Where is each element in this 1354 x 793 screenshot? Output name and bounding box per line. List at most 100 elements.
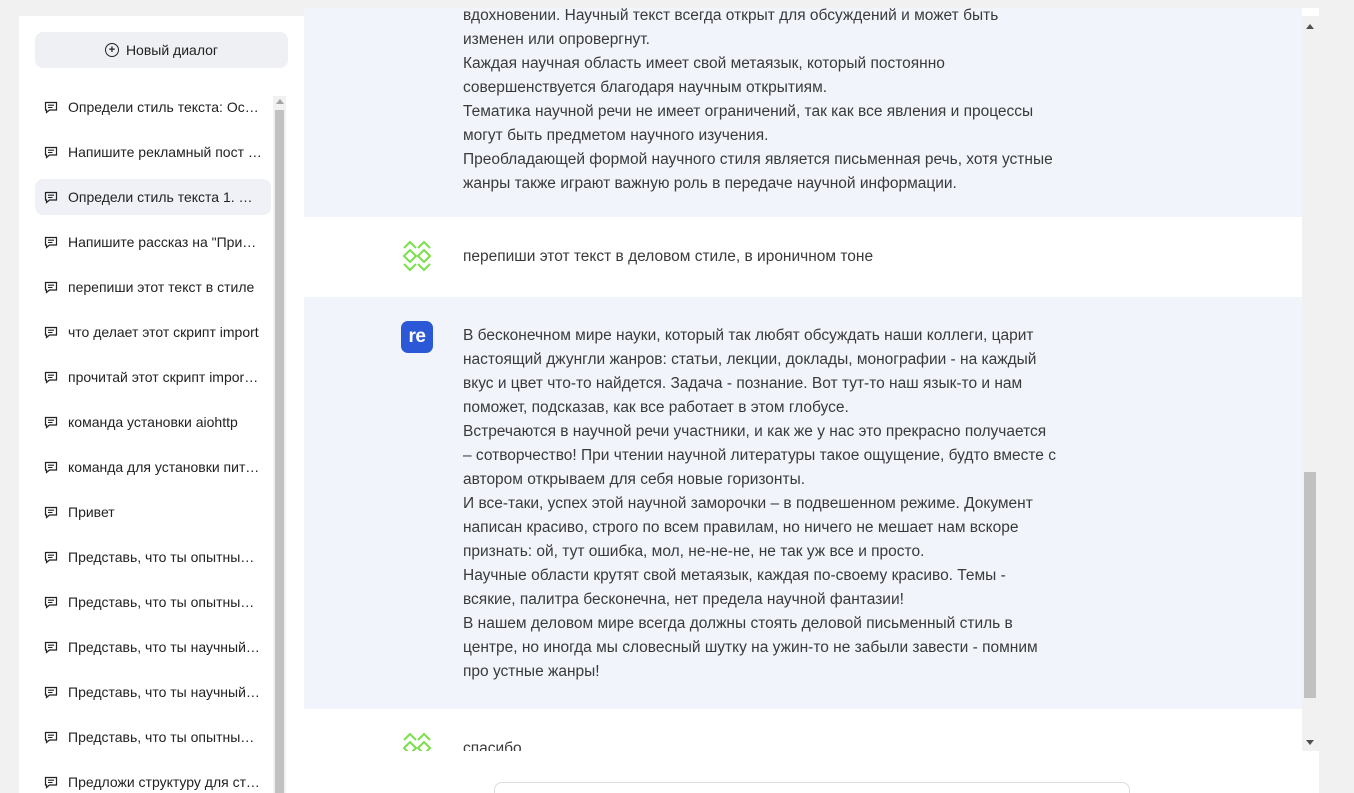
message-text: вдохновении. Научный текст всегда открыт… xyxy=(463,8,1103,196)
text-line: Преобладающей формой научного стиля явля… xyxy=(463,151,1053,168)
input-area xyxy=(304,751,1319,793)
new-dialog-label: Новый диалог xyxy=(125,42,219,58)
history-item-active[interactable]: Определи стиль текста 1. Сеть xyxy=(35,179,271,215)
chat-bubble-icon xyxy=(44,371,58,384)
history-item[interactable]: Определи стиль текста: Основные вопросы xyxy=(35,89,271,125)
text-line: Встречаются в научной речи участники, и … xyxy=(463,423,1047,440)
history-item-label: что делает этот скрипт import xyxy=(68,324,259,340)
history-item[interactable]: перепиши этот текст в стиле xyxy=(35,269,271,305)
chat-bubble-icon xyxy=(44,101,58,114)
text-line: про устные жанры! xyxy=(463,663,600,680)
user-avatar-icon xyxy=(402,732,432,751)
text-line: Каждая научная область имеет свой метаяз… xyxy=(463,55,945,72)
chat-bubble-icon xyxy=(44,326,58,339)
history-item-label: прочитай этот скрипт import asyncio xyxy=(68,369,262,385)
text-line: могут быть предметом научного изучения. xyxy=(463,127,769,144)
history-item-label: Представь, что ты научный сотрудник xyxy=(68,639,262,655)
text-line: вкус и цвет что-то найдется. Задача - по… xyxy=(463,375,1023,392)
chat-bubble-icon xyxy=(44,236,58,249)
text-line: – сотворчество! При чтении научной литер… xyxy=(463,447,1056,464)
new-dialog-button[interactable]: + Новый диалог xyxy=(35,32,288,68)
text-line: автором открываем для себя новые горизон… xyxy=(463,471,806,488)
history-item[interactable]: что делает этот скрипт import xyxy=(35,314,271,350)
message-input[interactable] xyxy=(494,782,1130,793)
user-message: перепиши этот текст в деловом стиле, в и… xyxy=(304,217,1302,297)
chat-bubble-icon xyxy=(44,776,58,789)
chat-bubble-icon xyxy=(44,731,58,744)
text-line: Тематика научной речи не имеет ограничен… xyxy=(463,103,1034,120)
history-item-label: команда для установки питона xyxy=(68,459,262,475)
text-line: признать: ой, тут ошибка, мол, не-не-не,… xyxy=(463,543,925,560)
sidebar: + Новый диалог Определи стиль текста: Ос… xyxy=(19,16,304,793)
history-item-label: Представь, что ты опытный маркетолог xyxy=(68,729,262,745)
message-text: В бесконечном мире науки, который так лю… xyxy=(463,324,1103,684)
history-item-label: Представь, что ты опытный копирайтер xyxy=(68,594,262,610)
top-strip xyxy=(0,0,1354,8)
scrollbar-thumb[interactable] xyxy=(275,110,284,793)
chat-scrollbar[interactable] xyxy=(1302,16,1319,751)
chat-bubble-icon xyxy=(44,641,58,654)
history-item[interactable]: Представь, что ты опытный юрист xyxy=(35,539,271,575)
chat-bubble-icon xyxy=(44,191,58,204)
chat-bubble-icon xyxy=(44,551,58,564)
scroll-up-arrow-icon[interactable] xyxy=(1306,24,1314,29)
text-line: перепиши этот текст в деловом стиле, в и… xyxy=(463,248,874,265)
chat-bubble-icon xyxy=(44,281,58,294)
text-line: центре, но иногда мы словесный шутку на … xyxy=(463,639,1038,656)
history-item[interactable]: Представь, что ты научный сотрудник xyxy=(35,629,271,665)
history-item-label: Напишите рассказ на "Приключения" xyxy=(68,234,262,250)
history-item[interactable]: Напишите рассказ на "Приключения" xyxy=(35,224,271,260)
history-item[interactable]: Представь, что ты опытный маркетолог xyxy=(35,719,271,755)
user-message: спасибо xyxy=(304,709,1302,751)
chat-area: вдохновении. Научный текст всегда открыт… xyxy=(304,8,1319,751)
text-line: В нашем деловом мире всегда должны стоят… xyxy=(463,615,1013,632)
chat-bubble-icon xyxy=(44,686,58,699)
scroll-down-arrow-icon[interactable] xyxy=(1306,740,1314,745)
history-item-label: команда установки aiohttp xyxy=(68,414,238,430)
message-text: перепиши этот текст в деловом стиле, в и… xyxy=(463,245,1103,269)
dialog-history-list: Определи стиль текста: Основные вопросы … xyxy=(35,89,271,793)
text-line: жанры также играют важную роль в передач… xyxy=(463,175,957,192)
history-item[interactable]: Напишите рекламный пост про xyxy=(35,134,271,170)
plus-circle-icon: + xyxy=(104,43,119,57)
chat-bubble-icon xyxy=(44,506,58,519)
text-line: изменен или опровергнут. xyxy=(463,31,650,48)
history-item-label: Представь, что ты научный редактор xyxy=(68,684,262,700)
text-line: написан красиво, строго по всем правилам… xyxy=(463,519,1019,536)
history-item[interactable]: Представь, что ты научный редактор xyxy=(35,674,271,710)
user-avatar-icon xyxy=(402,240,432,272)
bot-message: вдохновении. Научный текст всегда открыт… xyxy=(304,8,1302,217)
history-item-label: Напишите рекламный пост про xyxy=(68,144,262,160)
text-line: совершенствуется благодаря научным откры… xyxy=(463,79,828,96)
history-item[interactable]: команда установки aiohttp xyxy=(35,404,271,440)
history-item-label: Определи стиль текста: Основные вопросы xyxy=(68,99,262,115)
sidebar-scrollbar[interactable] xyxy=(273,96,286,793)
history-item[interactable]: Представь, что ты опытный копирайтер xyxy=(35,584,271,620)
bot-message: re В бесконечном мире науки, который так… xyxy=(304,297,1302,709)
scrollbar-thumb[interactable] xyxy=(1304,472,1316,698)
chat-bubble-icon xyxy=(44,596,58,609)
chat-bubble-icon xyxy=(44,146,58,159)
history-item-label: Определи стиль текста 1. Сеть xyxy=(68,189,262,205)
scroll-up-arrow-icon[interactable] xyxy=(276,99,284,104)
text-line: спасибо xyxy=(463,740,522,751)
message-text: спасибо xyxy=(463,737,1103,751)
history-item-label: Предложи структуру для статьи xyxy=(68,774,262,790)
history-item-label: Представь, что ты опытный юрист xyxy=(68,549,262,565)
bot-avatar: re xyxy=(401,321,433,353)
history-item[interactable]: Предложи структуру для статьи xyxy=(35,764,271,793)
text-line: всякие, палитра бесконечна, нет предела … xyxy=(463,591,904,608)
text-line: настоящий джунгли жанров: статьи, лекции… xyxy=(463,351,1037,368)
history-item-label: Привет xyxy=(68,504,115,520)
text-line: вдохновении. Научный текст всегда открыт… xyxy=(463,8,999,24)
chat-bubble-icon xyxy=(44,416,58,429)
text-line: Научные области крутят свой метаязык, ка… xyxy=(463,567,1006,584)
history-item[interactable]: команда для установки питона xyxy=(35,449,271,485)
history-item[interactable]: Привет xyxy=(35,494,271,530)
text-line: И все-таки, успех этой научной заморочки… xyxy=(463,495,1033,512)
text-line: В бесконечном мире науки, который так лю… xyxy=(463,327,1034,344)
history-item[interactable]: прочитай этот скрипт import asyncio xyxy=(35,359,271,395)
chat-bubble-icon xyxy=(44,461,58,474)
text-line: поможет, подсказав, как все работает в э… xyxy=(463,399,849,416)
history-item-label: перепиши этот текст в стиле xyxy=(68,279,255,295)
